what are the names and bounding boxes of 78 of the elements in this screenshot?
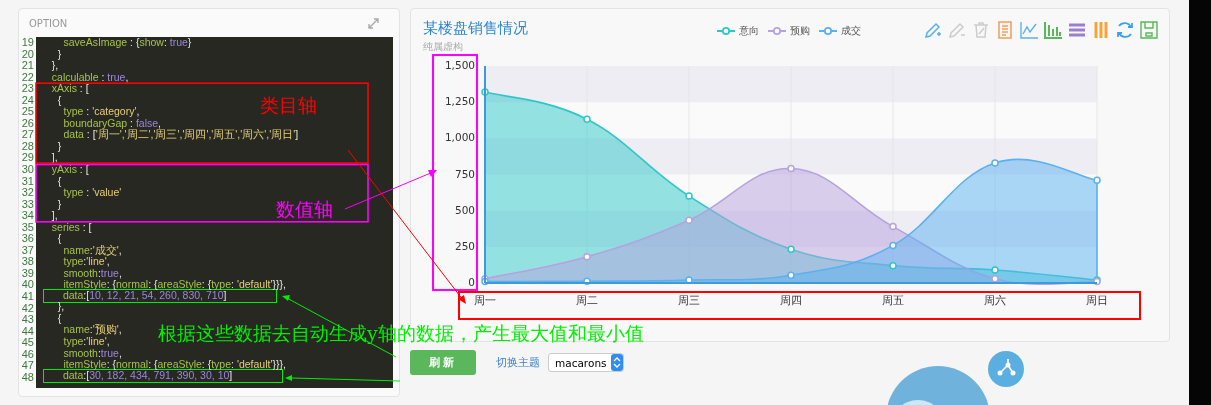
y-tick-label: 1,000: [444, 131, 475, 144]
code-line: {: [56, 94, 62, 107]
line-number: 34: [20, 210, 34, 222]
line-number: 43: [20, 314, 34, 326]
code-line: itemStyle: {normal: {areaStyle: {type: 'default'}}},: [62, 279, 286, 292]
annotation-label: 数值轴: [276, 197, 333, 222]
line-number: 33: [20, 198, 34, 211]
chart-subtitle: 纯属虚构: [423, 40, 464, 54]
line-number: 47: [20, 360, 34, 372]
line-number: 40: [20, 279, 34, 292]
x-tick-label: 周一: [474, 294, 496, 306]
code-line: type : 'category',: [62, 106, 140, 118]
line-number: 39: [20, 267, 34, 280]
line-number: 41: [20, 291, 34, 303]
code-line: }: [57, 198, 62, 211]
code-line: },: [56, 301, 65, 313]
code-line: smooth:true,: [62, 267, 122, 280]
code-line: xAxis : [: [50, 83, 89, 95]
chart-title: 某楼盘销售情况: [423, 19, 528, 38]
line-number: 48: [20, 371, 34, 384]
panel-title: OPTION: [29, 17, 68, 29]
line-number: 29: [20, 152, 34, 164]
code-line: calculable : true,: [50, 71, 129, 84]
line-number: 23: [20, 83, 34, 95]
line-number: 27: [20, 129, 34, 141]
code-line: type:'line',: [62, 256, 110, 268]
line-number: 22: [20, 71, 34, 84]
code-line: {: [57, 175, 62, 188]
line-number: 44: [20, 325, 34, 338]
code-line: saveAsImage : {show: true}: [62, 37, 192, 49]
x-tick-label: 周四: [780, 294, 802, 306]
line-number: 31: [20, 175, 34, 188]
y-tick-label: 1,250: [444, 95, 475, 108]
line-number: 45: [20, 337, 34, 349]
code-line: {: [56, 233, 62, 245]
line-number: 25: [20, 106, 34, 118]
line-number: 30: [20, 164, 34, 176]
line-number: 20: [20, 48, 34, 61]
code-line: ],: [50, 210, 58, 222]
x-tick-label: 周二: [576, 294, 598, 306]
y-tick-label: 250: [454, 239, 475, 252]
code-line: boundaryGap : false,: [62, 117, 161, 130]
line-number: 42: [20, 302, 34, 315]
line-number: 46: [20, 348, 34, 361]
code-line: name:'成交',: [62, 244, 122, 257]
code-line: {: [56, 312, 62, 325]
line-number: 36: [20, 233, 34, 245]
code-line: }: [57, 140, 62, 153]
code-line: name:'预购',: [62, 324, 122, 337]
code-line: }: [56, 48, 62, 61]
code-line: itemStyle: {normal: {areaStyle: {type: 'default'}}},: [62, 359, 286, 371]
code-line: data : ['周一','周二','周三','周四','周五','周六','周日']: [62, 129, 299, 141]
line-number: 38: [20, 256, 34, 268]
x-tick-label: 周六: [984, 294, 1006, 306]
line-number: 26: [20, 117, 34, 130]
code-line: yAxis : [: [50, 164, 89, 176]
line-number: 19: [20, 37, 34, 49]
x-tick-label: 周日: [1086, 294, 1108, 306]
x-tick-label: 周五: [882, 294, 904, 306]
code-line: },: [50, 60, 59, 72]
y-tick-label: 750: [454, 167, 475, 180]
code-line: smooth:true,: [62, 347, 122, 360]
code-line: series : [: [50, 221, 92, 234]
line-number: 21: [20, 60, 34, 72]
code-line: type:'line',: [62, 336, 110, 348]
line-number: 32: [20, 187, 34, 199]
line-number: 28: [20, 140, 34, 153]
line-number: 24: [20, 94, 34, 107]
annotation-label: 类目轴: [260, 93, 317, 118]
theme-label: 切换主题: [496, 355, 540, 370]
x-tick-label: 周三: [678, 294, 700, 306]
code-line: type : 'value': [62, 187, 122, 199]
y-tick-label: 500: [454, 203, 475, 216]
y-tick-label: 1,500: [444, 59, 475, 71]
line-number: 37: [20, 244, 34, 257]
line-number: 35: [20, 221, 34, 234]
y-tick-label: 0: [468, 276, 475, 288]
code-line: ],: [50, 152, 58, 164]
